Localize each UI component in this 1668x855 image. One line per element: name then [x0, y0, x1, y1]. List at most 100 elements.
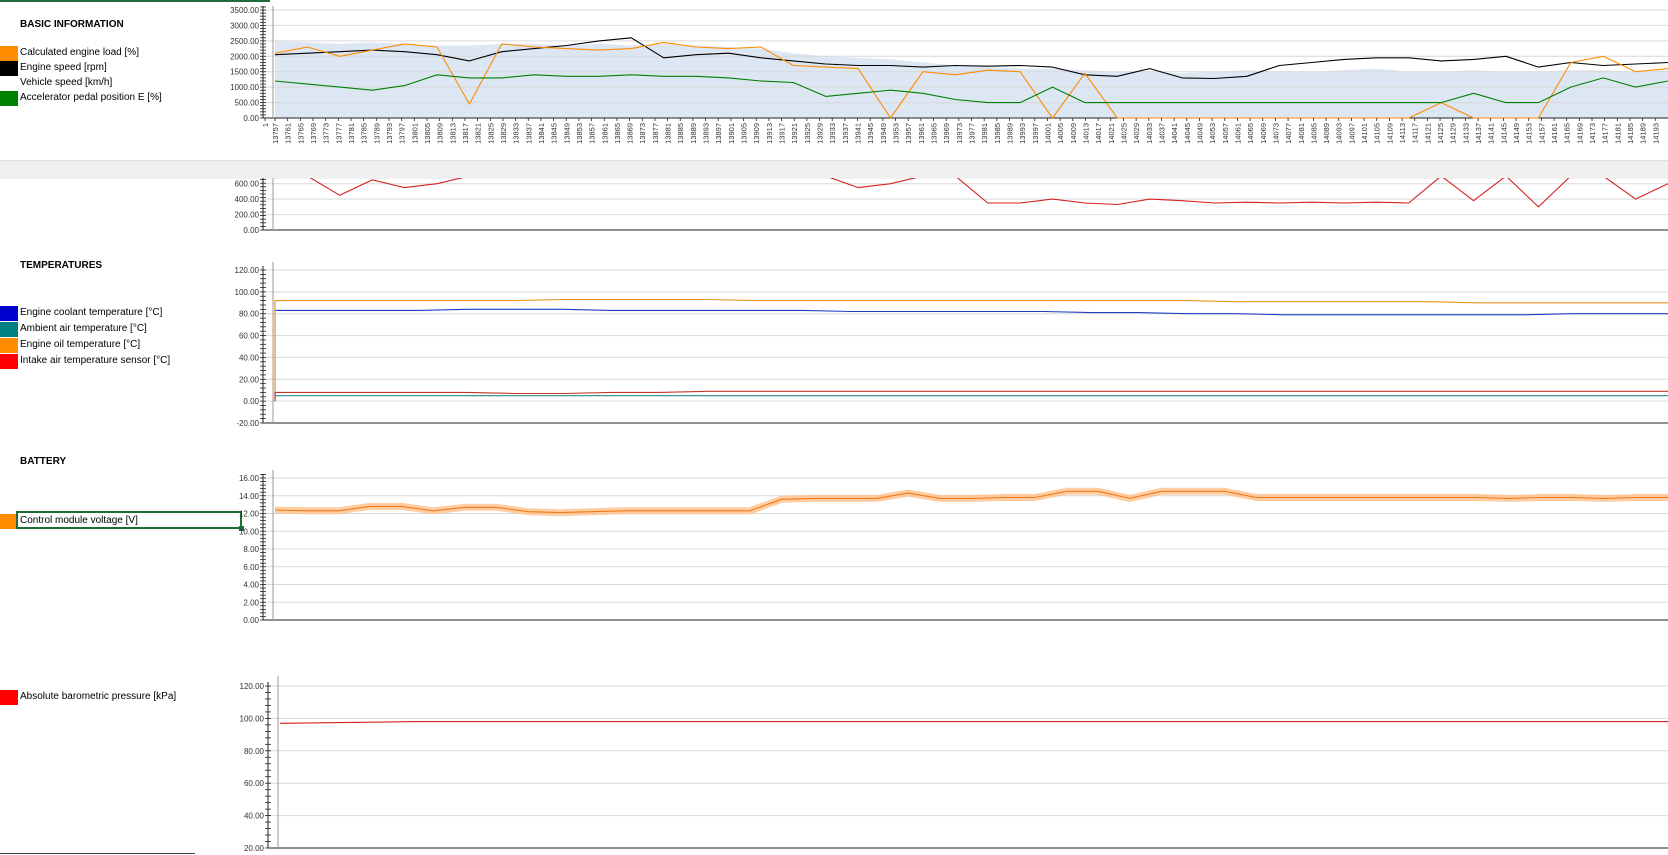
x-tick-label: 13805	[423, 123, 432, 144]
legend-item-oil-temp[interactable]: Engine oil temperature [°C]	[0, 338, 240, 353]
legend-item-control-module-voltage[interactable]: Control module voltage [V]	[0, 511, 244, 531]
x-tick-label: 13821	[474, 123, 483, 144]
section-title-temperatures: TEMPERATURES	[20, 260, 103, 271]
x-tick-label: 14077	[1284, 123, 1293, 144]
x-tick-label: 13869	[626, 123, 635, 144]
x-tick-label: 14053	[1208, 123, 1217, 144]
x-tick-label: 14153	[1525, 123, 1534, 144]
x-tick-label: 14089	[1322, 123, 1331, 144]
chart-temperatures: -20.00 0.00 20.00 40.00 60.00 80.00 100.00 120.…	[235, 262, 1668, 428]
x-tick-label: 13889	[689, 123, 698, 144]
x-tick-label: 13909	[752, 123, 761, 144]
x-tick-label: 13777	[334, 123, 343, 144]
y-tick-label: 2500.00	[230, 37, 259, 46]
y-tick-label: 600.00	[235, 180, 260, 189]
legend-item-intake-air-temp[interactable]: Intake air temperature sensor [°C]	[0, 354, 240, 369]
x-tick-label: 14149	[1512, 123, 1521, 144]
x-tick-label: 13881	[664, 123, 673, 144]
x-tick-label: 13945	[866, 123, 875, 144]
legend-swatch	[0, 46, 18, 61]
y-tick-label: 80.00	[239, 310, 260, 319]
x-tick-label: 13761	[284, 123, 293, 144]
x-tick-label: 13929	[816, 123, 825, 144]
x-tick-label: 13757	[271, 123, 280, 144]
x-tick-label: 14129	[1449, 123, 1458, 144]
legend-item-accelerator-pedal[interactable]: Accelerator pedal position E [%]	[0, 91, 240, 106]
x-tick-label: 13937	[841, 123, 850, 144]
y-tick-label: 12.00	[239, 510, 260, 519]
series-line-series	[309, 178, 1668, 208]
y-tick-label: 4.00	[243, 581, 259, 590]
x-tick-label: 14093	[1335, 123, 1344, 144]
y-tick-label: 0.00	[243, 397, 259, 406]
x-tick-label: 13917	[778, 123, 787, 144]
x-tick-label: 14037	[1157, 123, 1166, 144]
x-tick-label: 13865	[613, 123, 622, 144]
x-tick-label: 14117	[1411, 123, 1420, 143]
y-tick-label: 40.00	[244, 812, 265, 821]
x-tick-label: 13993	[1018, 123, 1027, 144]
x-tick-label: 13797	[398, 123, 407, 144]
x-tick-label: 13969	[942, 123, 951, 144]
x-tick-label: 14045	[1183, 123, 1192, 144]
y-tick-label: 3000.00	[230, 21, 259, 30]
chart-battery: 0.00 2.00 4.00 6.00 8.00 10.00 12.00 14.00 16.00	[239, 470, 1668, 625]
legend-item-vehicle-speed[interactable]: Vehicle speed [km/h]	[0, 76, 240, 91]
legend-item-barometric-pressure[interactable]: Absolute barometric pressure [kPa]	[0, 690, 240, 705]
x-tick-label: 1	[261, 123, 270, 127]
x-tick-label: 13965	[930, 123, 939, 144]
y-tick-label: 60.00	[239, 332, 260, 341]
y-tick-label: 400.00	[235, 195, 260, 204]
y-tick-label: 500.00	[235, 99, 260, 108]
y-tick-label: 1000.00	[230, 83, 259, 92]
x-tick-label: 14185	[1626, 123, 1635, 144]
legend-item-ambient-temp[interactable]: Ambient air temperature [°C]	[0, 322, 240, 337]
y-tick-label: 120.00	[235, 266, 260, 275]
x-tick-label: 14069	[1259, 123, 1268, 144]
x-tick-label: 14141	[1487, 123, 1496, 144]
legend-label: Absolute barometric pressure [kPa]	[20, 691, 177, 702]
series-line-engine-coolant-temperature-c	[274, 308, 1668, 402]
x-tick-label: 13973	[955, 123, 964, 144]
x-tick-label: 14041	[1170, 123, 1179, 144]
legend-swatch	[0, 61, 18, 76]
y-tick-label: -20.00	[236, 419, 259, 428]
x-tick-label: 14065	[1246, 123, 1255, 144]
legend-swatch	[0, 322, 18, 337]
legend-swatch	[0, 338, 18, 353]
y-tick-label: 100.00	[235, 288, 260, 297]
section-title-basic: BASIC INFORMATION	[20, 19, 124, 30]
x-tick-label: 13885	[676, 123, 685, 144]
x-tick-label: 14157	[1537, 123, 1546, 144]
legend-swatch	[0, 306, 18, 321]
legend-item-coolant-temp[interactable]: Engine coolant temperature [°C]	[0, 306, 240, 321]
legend-label: Engine oil temperature [°C]	[20, 339, 141, 350]
x-tick-label: 14085	[1309, 123, 1318, 144]
x-tick-label: 13817	[461, 123, 470, 144]
legend-item-engine-speed[interactable]: Engine speed [rpm]	[0, 61, 240, 76]
y-tick-label: 120.00	[240, 682, 265, 691]
x-tick-label: 13941	[854, 123, 863, 144]
y-tick-label: 40.00	[239, 353, 260, 362]
x-tick-label: 13893	[702, 123, 711, 144]
y-tick-label: 2000.00	[230, 52, 259, 61]
x-tick-label: 14033	[1145, 123, 1154, 144]
legend-item-engine-load[interactable]: Calculated engine load [%]	[0, 46, 240, 61]
x-tick-label: 14177	[1601, 123, 1610, 144]
legend-swatch	[0, 91, 18, 106]
x-tick-label: 14137	[1474, 123, 1483, 144]
x-tick-label: 14165	[1563, 123, 1572, 144]
x-tick-label: 14125	[1436, 123, 1445, 144]
x-tick-label: 13905	[740, 123, 749, 144]
x-tick-label: 14061	[1233, 123, 1242, 144]
x-tick-label: 13877	[651, 123, 660, 144]
x-tick-label: 13837	[524, 123, 533, 144]
y-tick-label: 10.00	[239, 527, 260, 536]
x-tick-label: 14029	[1132, 123, 1141, 144]
x-tick-label: 13813	[448, 123, 457, 144]
x-tick-label: 13849	[562, 123, 571, 144]
y-tick-label: 6.00	[243, 563, 259, 572]
y-tick-label: 8.00	[243, 545, 259, 554]
y-tick-label: 0.00	[243, 114, 259, 123]
x-tick-label: 13985	[993, 123, 1002, 144]
